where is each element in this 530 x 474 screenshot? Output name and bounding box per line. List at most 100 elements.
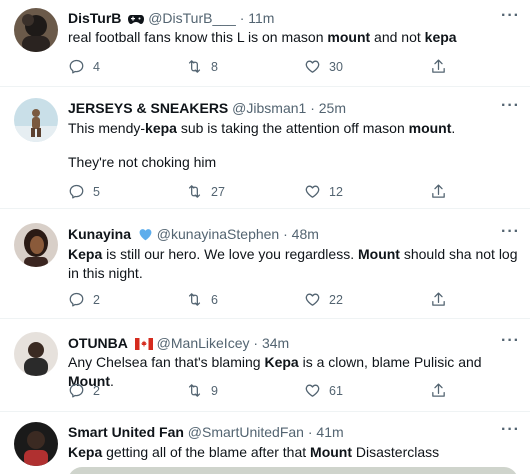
more-options-icon[interactable]: ···	[501, 223, 520, 241]
avatar[interactable]	[14, 98, 58, 142]
user-handle[interactable]: @DisTurB___	[148, 10, 236, 26]
display-name[interactable]: Kunayina	[68, 226, 131, 242]
retweet-button[interactable]: 8	[186, 58, 218, 75]
display-name[interactable]: OTUNBA	[68, 335, 128, 351]
reply-count: 2	[93, 383, 100, 398]
separator-dot: ·	[310, 100, 315, 116]
tweet-header: DisTurB @DisTurB___ · 11m	[68, 9, 274, 29]
text-segment: .	[451, 120, 456, 136]
avatar[interactable]	[14, 223, 58, 267]
heart-icon	[305, 384, 320, 397]
reply-count: 4	[93, 59, 100, 74]
text-segment: real football fans know this L is on mas…	[68, 29, 328, 45]
heart-icon	[305, 185, 320, 198]
retweet-count: 8	[211, 59, 218, 74]
reply-count: 5	[93, 184, 100, 199]
retweet-button[interactable]: 9	[186, 382, 218, 399]
tweet[interactable]: OTUNBA @ManLikeIcey · 34m ··· Any Chelse…	[0, 319, 530, 412]
reply-button[interactable]: 4	[68, 58, 100, 75]
like-count: 30	[329, 59, 343, 74]
tweet-media-preview[interactable]	[68, 467, 518, 474]
retweet-button[interactable]: 6	[186, 291, 218, 308]
timestamp[interactable]: 48m	[292, 226, 319, 242]
avatar[interactable]	[14, 422, 58, 466]
separator-dot: ·	[307, 424, 313, 440]
tweet[interactable]: Kunayina @kunayinaStephen · 48m ··· Kepa…	[0, 209, 530, 319]
tweet-header: JERSEYS & SNEAKERS @Jibsman1 · 25m	[68, 99, 346, 117]
reply-count: 2	[93, 292, 100, 307]
like-count: 12	[329, 184, 343, 199]
gamepad-icon	[128, 11, 145, 29]
like-button[interactable]: 12	[304, 183, 343, 200]
text-segment: Disasterclass	[352, 444, 440, 460]
tweet-header: Smart United Fan @SmartUnitedFan · 41m	[68, 423, 344, 441]
canada-flag-icon	[134, 336, 153, 354]
more-options-icon[interactable]: ···	[501, 332, 520, 350]
tweet-header: OTUNBA @ManLikeIcey · 34m	[68, 334, 289, 354]
timestamp[interactable]: 25m	[319, 100, 346, 116]
user-handle[interactable]: @ManLikeIcey	[157, 335, 250, 351]
tweet-text: Kepa is still our hero. We love you rega…	[68, 245, 518, 283]
share-button[interactable]	[430, 58, 447, 78]
reply-button[interactable]: 2	[68, 382, 100, 399]
share-button[interactable]	[430, 291, 447, 311]
text-segment: and not	[370, 29, 425, 45]
text-segment-bold: mount	[408, 120, 452, 136]
retweet-button[interactable]: 27	[186, 183, 225, 200]
text-segment-bold: mount	[327, 29, 371, 45]
user-handle[interactable]: @kunayinaStephen	[157, 226, 279, 242]
action-bar: 2 6 22	[68, 291, 448, 309]
tweet-text: real football fans know this L is on mas…	[68, 28, 518, 47]
user-handle[interactable]: @Jibsman1	[232, 100, 306, 116]
text-segment: is still our hero. We love you regardles…	[102, 246, 358, 262]
more-options-icon[interactable]: ···	[501, 421, 520, 439]
share-button[interactable]	[430, 183, 447, 203]
more-options-icon[interactable]: ···	[501, 7, 520, 25]
retweet-icon	[188, 185, 201, 198]
tweet[interactable]: JERSEYS & SNEAKERS @Jibsman1 · 25m ··· T…	[0, 87, 530, 209]
like-button[interactable]: 61	[304, 382, 343, 399]
action-bar: 4 8 30	[68, 58, 448, 76]
share-button[interactable]	[430, 382, 447, 402]
timestamp[interactable]: 11m	[248, 10, 274, 26]
text-segment: Any Chelsea fan that's blaming	[68, 354, 265, 370]
reply-button[interactable]: 5	[68, 183, 100, 200]
avatar[interactable]	[14, 332, 58, 376]
display-name[interactable]: JERSEYS & SNEAKERS	[68, 100, 228, 116]
tweet-text: Kepa getting all of the blame after that…	[68, 443, 518, 462]
display-name[interactable]: Smart United Fan	[68, 424, 184, 440]
tweet-header: Kunayina @kunayinaStephen · 48m	[68, 225, 319, 245]
more-options-icon[interactable]: ···	[501, 97, 520, 115]
text-segment: sub is taking the attention off mason	[176, 120, 409, 136]
avatar[interactable]	[14, 8, 58, 52]
text-segment-bold: Mount	[310, 444, 353, 460]
like-button[interactable]: 30	[304, 58, 343, 75]
share-icon	[432, 383, 445, 397]
retweet-count: 6	[211, 292, 218, 307]
blue-heart-icon	[138, 227, 153, 245]
text-segment-bold: Mount	[357, 246, 400, 262]
like-button[interactable]: 22	[304, 291, 343, 308]
text-segment: getting all of the blame after that	[102, 444, 311, 460]
timestamp[interactable]: 41m	[316, 424, 343, 440]
tweet-text-line: They're not choking him	[68, 154, 217, 170]
text-segment-bold: Kepa	[264, 354, 299, 370]
text-segment-bold: Kepa	[68, 444, 103, 460]
user-handle[interactable]: @SmartUnitedFan	[188, 424, 304, 440]
retweet-count: 27	[211, 184, 225, 199]
tweet-feed: DisTurB @DisTurB___ · 11m ··· real footb…	[0, 0, 530, 474]
action-bar: 5 27 12	[68, 183, 448, 201]
text-segment-bold: Kepa	[68, 246, 103, 262]
text-segment: This mendy-	[68, 120, 146, 136]
tweet[interactable]: Smart United Fan @SmartUnitedFan · 41m ·…	[0, 412, 530, 474]
timestamp[interactable]: 34m	[262, 335, 289, 351]
tweet[interactable]: DisTurB @DisTurB___ · 11m ··· real footb…	[0, 0, 530, 87]
retweet-icon	[188, 60, 201, 73]
share-icon	[432, 184, 445, 198]
retweet-icon	[188, 293, 201, 306]
display-name[interactable]: DisTurB	[68, 10, 121, 26]
reply-button[interactable]: 2	[68, 291, 100, 308]
text-segment-bold: kepa	[145, 120, 177, 136]
reply-icon	[69, 59, 84, 74]
reply-icon	[69, 292, 84, 307]
